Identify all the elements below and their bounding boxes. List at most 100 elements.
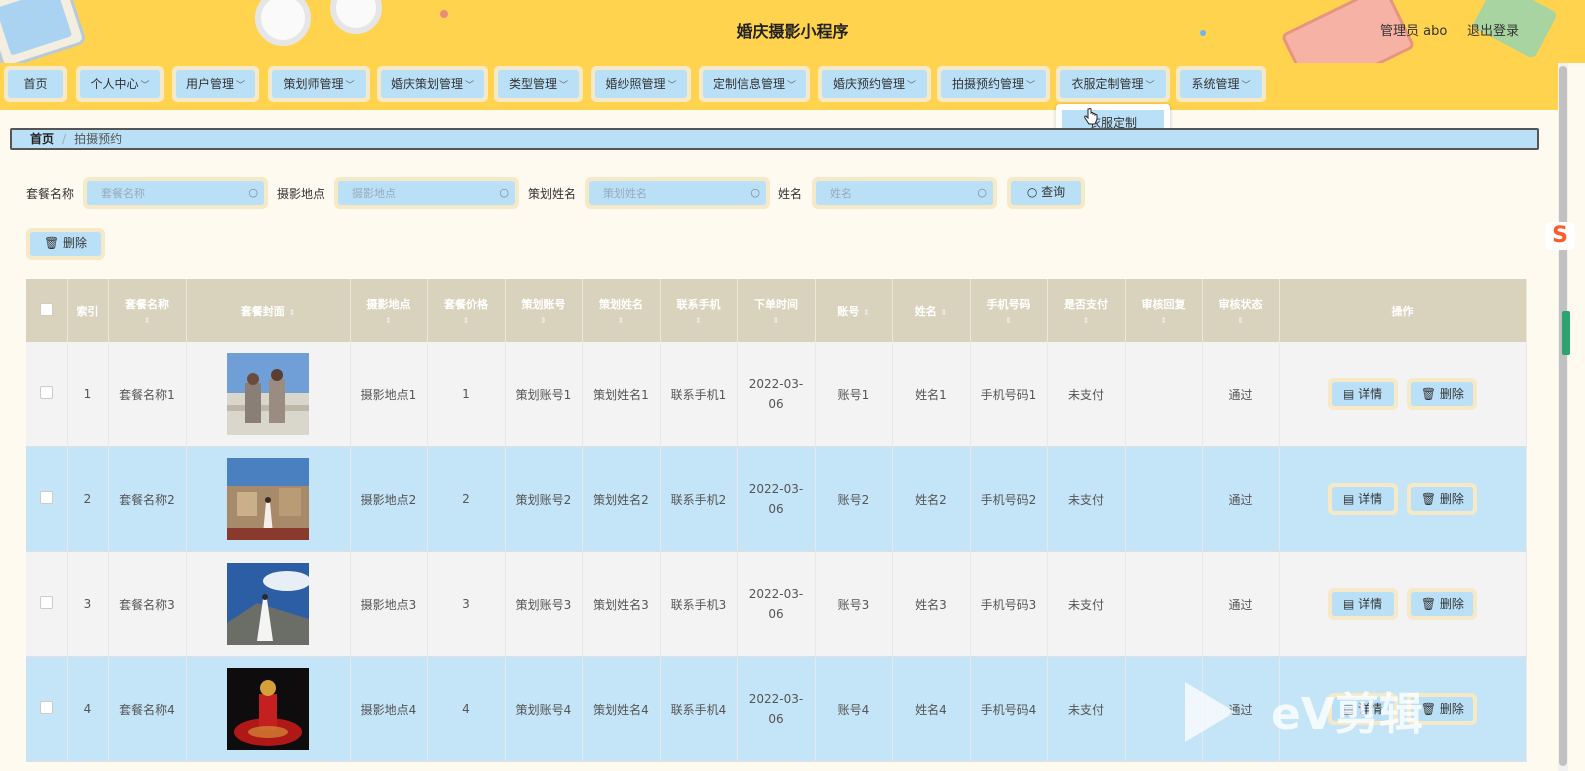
column-header[interactable]: 策划姓名 ⇕ xyxy=(582,279,661,342)
detail-button[interactable]: ▤ 详情 xyxy=(1327,588,1398,620)
cell-index: 2 xyxy=(67,446,109,552)
column-header[interactable]: 套餐名称 ⇕ xyxy=(108,279,187,342)
nav-label: 策划师管理 xyxy=(283,77,344,91)
search-field-location: ○ xyxy=(334,177,519,209)
row-delete-button[interactable]: 🗑 删除 xyxy=(1407,588,1478,620)
column-header[interactable]: 策划账号 ⇕ xyxy=(505,279,583,342)
nav-item-personal[interactable]: 个人中心 ﹀ xyxy=(76,66,164,102)
nav-item-photos[interactable]: 婚纱照管理 ﹀ xyxy=(591,66,691,102)
cell-planner-account: 策划账号2 xyxy=(505,446,583,552)
column-header[interactable]: 下单时间 ⇕ xyxy=(737,279,816,342)
nav-item-clothing[interactable]: 衣服定制管理 ﹀ xyxy=(1056,66,1170,102)
column-header[interactable]: 审核回复 ⇕ xyxy=(1125,279,1203,342)
name-input[interactable] xyxy=(816,181,993,205)
batch-delete-button[interactable]: 🗑 删除 xyxy=(26,228,105,260)
row-checkbox[interactable] xyxy=(39,701,53,714)
nav-item-custom-info[interactable]: 定制信息管理 ﹀ xyxy=(699,66,810,102)
query-button[interactable]: ○ 查询 xyxy=(1007,177,1085,209)
column-header[interactable]: 套餐价格 ⇕ xyxy=(427,279,506,342)
sort-icon[interactable]: ⇕ xyxy=(941,308,948,317)
planner-name-input[interactable] xyxy=(589,181,766,205)
cell-time: 2022-03-06 xyxy=(737,551,816,657)
sort-icon[interactable]: ⇕ xyxy=(971,316,1047,325)
search-label-package: 套餐名称 xyxy=(26,187,75,201)
package-name-input[interactable] xyxy=(87,181,264,205)
sort-icon[interactable]: ⇕ xyxy=(738,316,815,325)
cell-contact: 联系手机2 xyxy=(660,446,738,552)
cell-time: 2022-03-06 xyxy=(737,342,816,447)
sort-icon[interactable]: ⇕ xyxy=(1203,316,1279,325)
column-header[interactable]: 联系手机 ⇕ xyxy=(660,279,738,342)
cell-reply xyxy=(1125,551,1203,657)
cell-package-name: 套餐名称2 xyxy=(108,446,187,552)
cell-status: 通过 xyxy=(1202,446,1280,552)
document-icon: ▤ xyxy=(1342,387,1359,401)
hand-cursor-icon xyxy=(1084,108,1098,125)
sort-icon[interactable]: ⇕ xyxy=(1048,316,1125,325)
row-delete-button[interactable]: 🗑 删除 xyxy=(1407,483,1478,515)
scrollbar-thumb[interactable] xyxy=(1559,66,1567,766)
nav-item-home[interactable]: 首页 xyxy=(4,66,67,102)
column-header: 操作 xyxy=(1279,279,1527,342)
cell-contact: 联系手机1 xyxy=(660,342,738,447)
column-header: 索引 xyxy=(67,279,109,342)
nav-item-wedding-booking[interactable]: 婚庆预约管理 ﹀ xyxy=(818,66,931,102)
row-checkbox[interactable] xyxy=(39,491,53,504)
row-delete-button[interactable]: 🗑 删除 xyxy=(1407,378,1478,410)
column-header[interactable]: 是否支付 ⇕ xyxy=(1047,279,1126,342)
sort-icon[interactable]: ⇕ xyxy=(351,316,427,325)
trash-icon: 🗑 xyxy=(43,236,64,250)
cell-location: 摄影地点1 xyxy=(350,342,428,447)
decor-dot xyxy=(440,10,448,18)
search-label-name: 姓名 xyxy=(778,187,803,201)
nav-item-wedding-planning[interactable]: 婚庆策划管理 ﹀ xyxy=(377,66,488,102)
admin-user-label: 管理员 abo xyxy=(1380,24,1448,39)
cell-time: 2022-03-06 xyxy=(737,446,816,552)
sort-icon[interactable]: ⇕ xyxy=(583,316,660,325)
chevron-down-icon: ﹀ xyxy=(140,81,150,91)
column-header[interactable]: 审核状态 ⇕ xyxy=(1202,279,1280,342)
cell-account: 账号2 xyxy=(815,446,893,552)
sort-icon[interactable]: ⇕ xyxy=(109,316,186,325)
table-row: 2 套餐名称2 摄影地点2 2 策划账号2 策划姓名2 联系手机2 2022-0… xyxy=(26,446,1527,552)
row-checkbox[interactable] xyxy=(39,386,53,399)
cell-location: 摄影地点3 xyxy=(350,551,428,657)
cell-reply xyxy=(1125,446,1203,552)
nav-item-system[interactable]: 系统管理 ﹀ xyxy=(1176,66,1266,102)
breadcrumb-home[interactable]: 首页 xyxy=(30,132,54,146)
sort-icon[interactable]: ⇕ xyxy=(289,308,296,317)
select-all-cell xyxy=(26,279,68,342)
location-input[interactable] xyxy=(338,181,515,205)
cell-planner-name: 策划姓名3 xyxy=(582,551,661,657)
side-tab-icon[interactable] xyxy=(1562,311,1570,355)
sort-icon[interactable]: ⇕ xyxy=(661,316,737,325)
chevron-down-icon: ﹀ xyxy=(1241,81,1251,91)
search-icon: ○ xyxy=(248,186,258,199)
search-field-planner: ○ xyxy=(585,177,770,209)
column-header[interactable]: 账号 ⇕ xyxy=(815,279,893,342)
input-method-icon[interactable]: S xyxy=(1545,222,1575,250)
sort-icon[interactable]: ⇕ xyxy=(863,308,870,317)
table-header-row: 索引 套餐名称 ⇕ 套餐封面 ⇕ 摄影地点 ⇕ 套餐价格 ⇕ 策划账号 ⇕ 策划姓名 ⇕ … xyxy=(26,279,1527,342)
column-header[interactable]: 手机号码 ⇕ xyxy=(970,279,1048,342)
nav-item-users[interactable]: 用户管理 ﹀ xyxy=(172,66,259,102)
row-checkbox[interactable] xyxy=(39,596,53,609)
detail-button[interactable]: ▤ 详情 xyxy=(1327,378,1398,410)
column-header[interactable]: 摄影地点 ⇕ xyxy=(350,279,428,342)
detail-button[interactable]: ▤ 详情 xyxy=(1327,483,1398,515)
column-header[interactable]: 套餐封面 ⇕ xyxy=(186,279,351,342)
nav-item-shoot-booking[interactable]: 拍摄预约管理 ﹀ xyxy=(937,66,1050,102)
nav-item-types[interactable]: 类型管理 ﹀ xyxy=(494,66,583,102)
cell-time: 2022-03-06 xyxy=(737,656,816,762)
sort-icon[interactable]: ⇕ xyxy=(1126,316,1202,325)
search-field-package: ○ xyxy=(83,177,268,209)
sort-icon[interactable]: ⇕ xyxy=(428,316,505,325)
select-all-checkbox[interactable] xyxy=(39,302,53,316)
logout-link[interactable]: 退出登录 xyxy=(1467,20,1519,39)
nav-item-planners[interactable]: 策划师管理 ﹀ xyxy=(268,66,370,102)
column-header[interactable]: 姓名 ⇕ xyxy=(892,279,971,342)
search-icon: ○ xyxy=(499,186,509,199)
nav-label: 婚庆预约管理 xyxy=(832,77,905,91)
chevron-down-icon: ﹀ xyxy=(559,81,569,91)
sort-icon[interactable]: ⇕ xyxy=(506,316,582,325)
